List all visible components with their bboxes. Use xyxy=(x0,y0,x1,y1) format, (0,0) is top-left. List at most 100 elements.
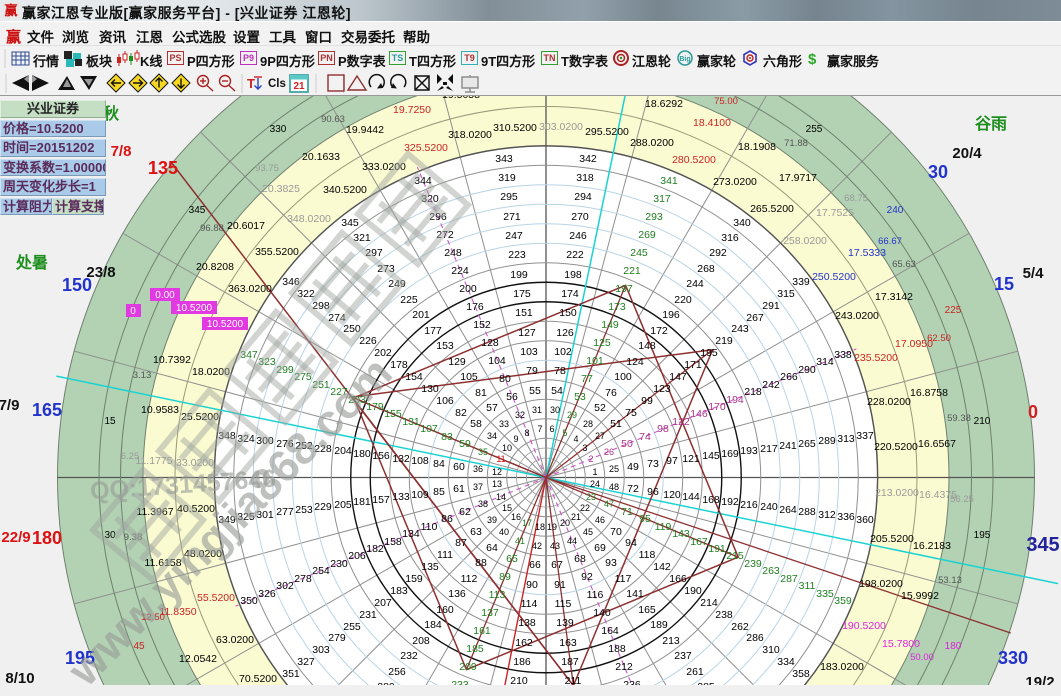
svg-text:238: 238 xyxy=(715,609,733,621)
svg-text:286: 286 xyxy=(746,632,764,644)
svg-text:291: 291 xyxy=(762,300,780,312)
svg-text:140: 140 xyxy=(593,607,611,619)
svg-text:293: 293 xyxy=(645,211,663,223)
svg-text:246: 246 xyxy=(569,230,587,242)
svg-text:289: 289 xyxy=(818,435,836,447)
svg-text:76: 76 xyxy=(605,387,617,399)
svg-text:182: 182 xyxy=(366,543,384,555)
svg-text:209: 209 xyxy=(459,661,477,673)
svg-text:279: 279 xyxy=(328,632,346,644)
svg-text:20.6017: 20.6017 xyxy=(227,220,265,232)
svg-text:102: 102 xyxy=(554,346,572,358)
svg-text:288: 288 xyxy=(798,506,816,518)
svg-text:73: 73 xyxy=(647,458,659,470)
svg-text:285: 285 xyxy=(697,681,715,685)
svg-text:225: 225 xyxy=(945,305,962,316)
svg-text:93: 93 xyxy=(605,557,617,569)
svg-text:30: 30 xyxy=(928,162,948,182)
svg-text:268: 268 xyxy=(697,263,715,275)
svg-text:220: 220 xyxy=(674,294,692,306)
svg-text:60: 60 xyxy=(453,461,465,473)
svg-text:137: 137 xyxy=(481,607,499,619)
svg-text:89: 89 xyxy=(499,571,511,583)
svg-text:9: 9 xyxy=(513,434,518,444)
svg-text:33: 33 xyxy=(499,419,509,429)
svg-text:92: 92 xyxy=(581,571,593,583)
svg-text:143: 143 xyxy=(672,528,690,540)
svg-text:180: 180 xyxy=(945,641,962,652)
svg-text:106: 106 xyxy=(436,395,454,407)
svg-text:222: 222 xyxy=(566,249,584,261)
svg-text:157: 157 xyxy=(372,494,390,506)
svg-text:51: 51 xyxy=(610,418,622,430)
svg-text:34: 34 xyxy=(487,431,497,441)
svg-text:212: 212 xyxy=(615,661,633,673)
svg-text:78: 78 xyxy=(554,365,566,377)
svg-text:312: 312 xyxy=(818,509,836,521)
svg-text:38: 38 xyxy=(478,499,488,509)
svg-text:158: 158 xyxy=(384,536,402,548)
svg-text:71: 71 xyxy=(621,506,633,518)
svg-text:54: 54 xyxy=(551,385,563,397)
svg-text:93.75: 93.75 xyxy=(255,163,279,174)
svg-text:20.1633: 20.1633 xyxy=(302,151,340,163)
svg-text:330: 330 xyxy=(270,124,287,135)
svg-text:43: 43 xyxy=(550,541,560,551)
svg-text:205: 205 xyxy=(334,499,352,511)
svg-text:59.38: 59.38 xyxy=(947,413,971,424)
svg-text:216: 216 xyxy=(740,499,758,511)
svg-text:241: 241 xyxy=(779,440,797,452)
svg-text:210: 210 xyxy=(974,416,991,427)
svg-text:187: 187 xyxy=(561,656,579,668)
svg-text:17.3142: 17.3142 xyxy=(875,291,913,303)
svg-text:330: 330 xyxy=(998,648,1028,668)
svg-text:82: 82 xyxy=(455,407,467,419)
svg-text:345: 345 xyxy=(341,217,359,229)
svg-text:121: 121 xyxy=(682,453,700,465)
svg-text:210: 210 xyxy=(510,675,528,685)
svg-text:97: 97 xyxy=(666,455,678,467)
svg-text:64: 64 xyxy=(486,542,498,554)
svg-text:120: 120 xyxy=(663,489,681,501)
svg-text:100: 100 xyxy=(614,371,632,383)
svg-text:26: 26 xyxy=(604,447,614,457)
svg-text:98: 98 xyxy=(657,423,669,435)
svg-text:19.5058: 19.5058 xyxy=(442,96,480,101)
svg-text:20/4: 20/4 xyxy=(952,145,982,162)
svg-text:115: 115 xyxy=(555,598,572,610)
svg-text:80: 80 xyxy=(499,373,511,385)
svg-text:192: 192 xyxy=(721,496,739,508)
svg-text:55: 55 xyxy=(529,385,541,397)
svg-text:200: 200 xyxy=(459,283,477,295)
svg-text:149: 149 xyxy=(601,319,619,331)
svg-text:22: 22 xyxy=(580,503,590,513)
svg-text:86: 86 xyxy=(441,513,453,525)
svg-text:8: 8 xyxy=(524,428,529,438)
svg-text:183.0200: 183.0200 xyxy=(820,661,864,673)
svg-text:101: 101 xyxy=(586,355,604,367)
svg-text:127: 127 xyxy=(518,327,536,339)
svg-text:40: 40 xyxy=(499,527,509,537)
svg-text:334: 334 xyxy=(777,656,795,668)
svg-text:27: 27 xyxy=(595,431,605,441)
svg-text:359: 359 xyxy=(834,595,852,607)
svg-text:341: 341 xyxy=(660,175,678,187)
svg-text:62.50: 62.50 xyxy=(927,333,951,344)
svg-text:256: 256 xyxy=(388,666,406,678)
svg-text:17.7525: 17.7525 xyxy=(816,207,854,219)
svg-text:317: 317 xyxy=(653,193,671,205)
svg-text:66.67: 66.67 xyxy=(878,236,902,247)
svg-text:314: 314 xyxy=(816,356,834,368)
svg-text:46: 46 xyxy=(595,515,605,525)
svg-text:345: 345 xyxy=(189,205,206,216)
svg-text:316: 316 xyxy=(721,232,739,244)
svg-text:48: 48 xyxy=(609,482,619,492)
svg-text:189: 189 xyxy=(650,619,668,631)
svg-text:247: 247 xyxy=(505,230,523,242)
svg-text:50.00: 50.00 xyxy=(910,652,934,663)
svg-text:148: 148 xyxy=(638,340,656,352)
svg-text:31: 31 xyxy=(532,405,542,415)
svg-text:110: 110 xyxy=(421,521,438,533)
svg-text:233: 233 xyxy=(451,679,469,685)
svg-text:35: 35 xyxy=(478,447,488,457)
